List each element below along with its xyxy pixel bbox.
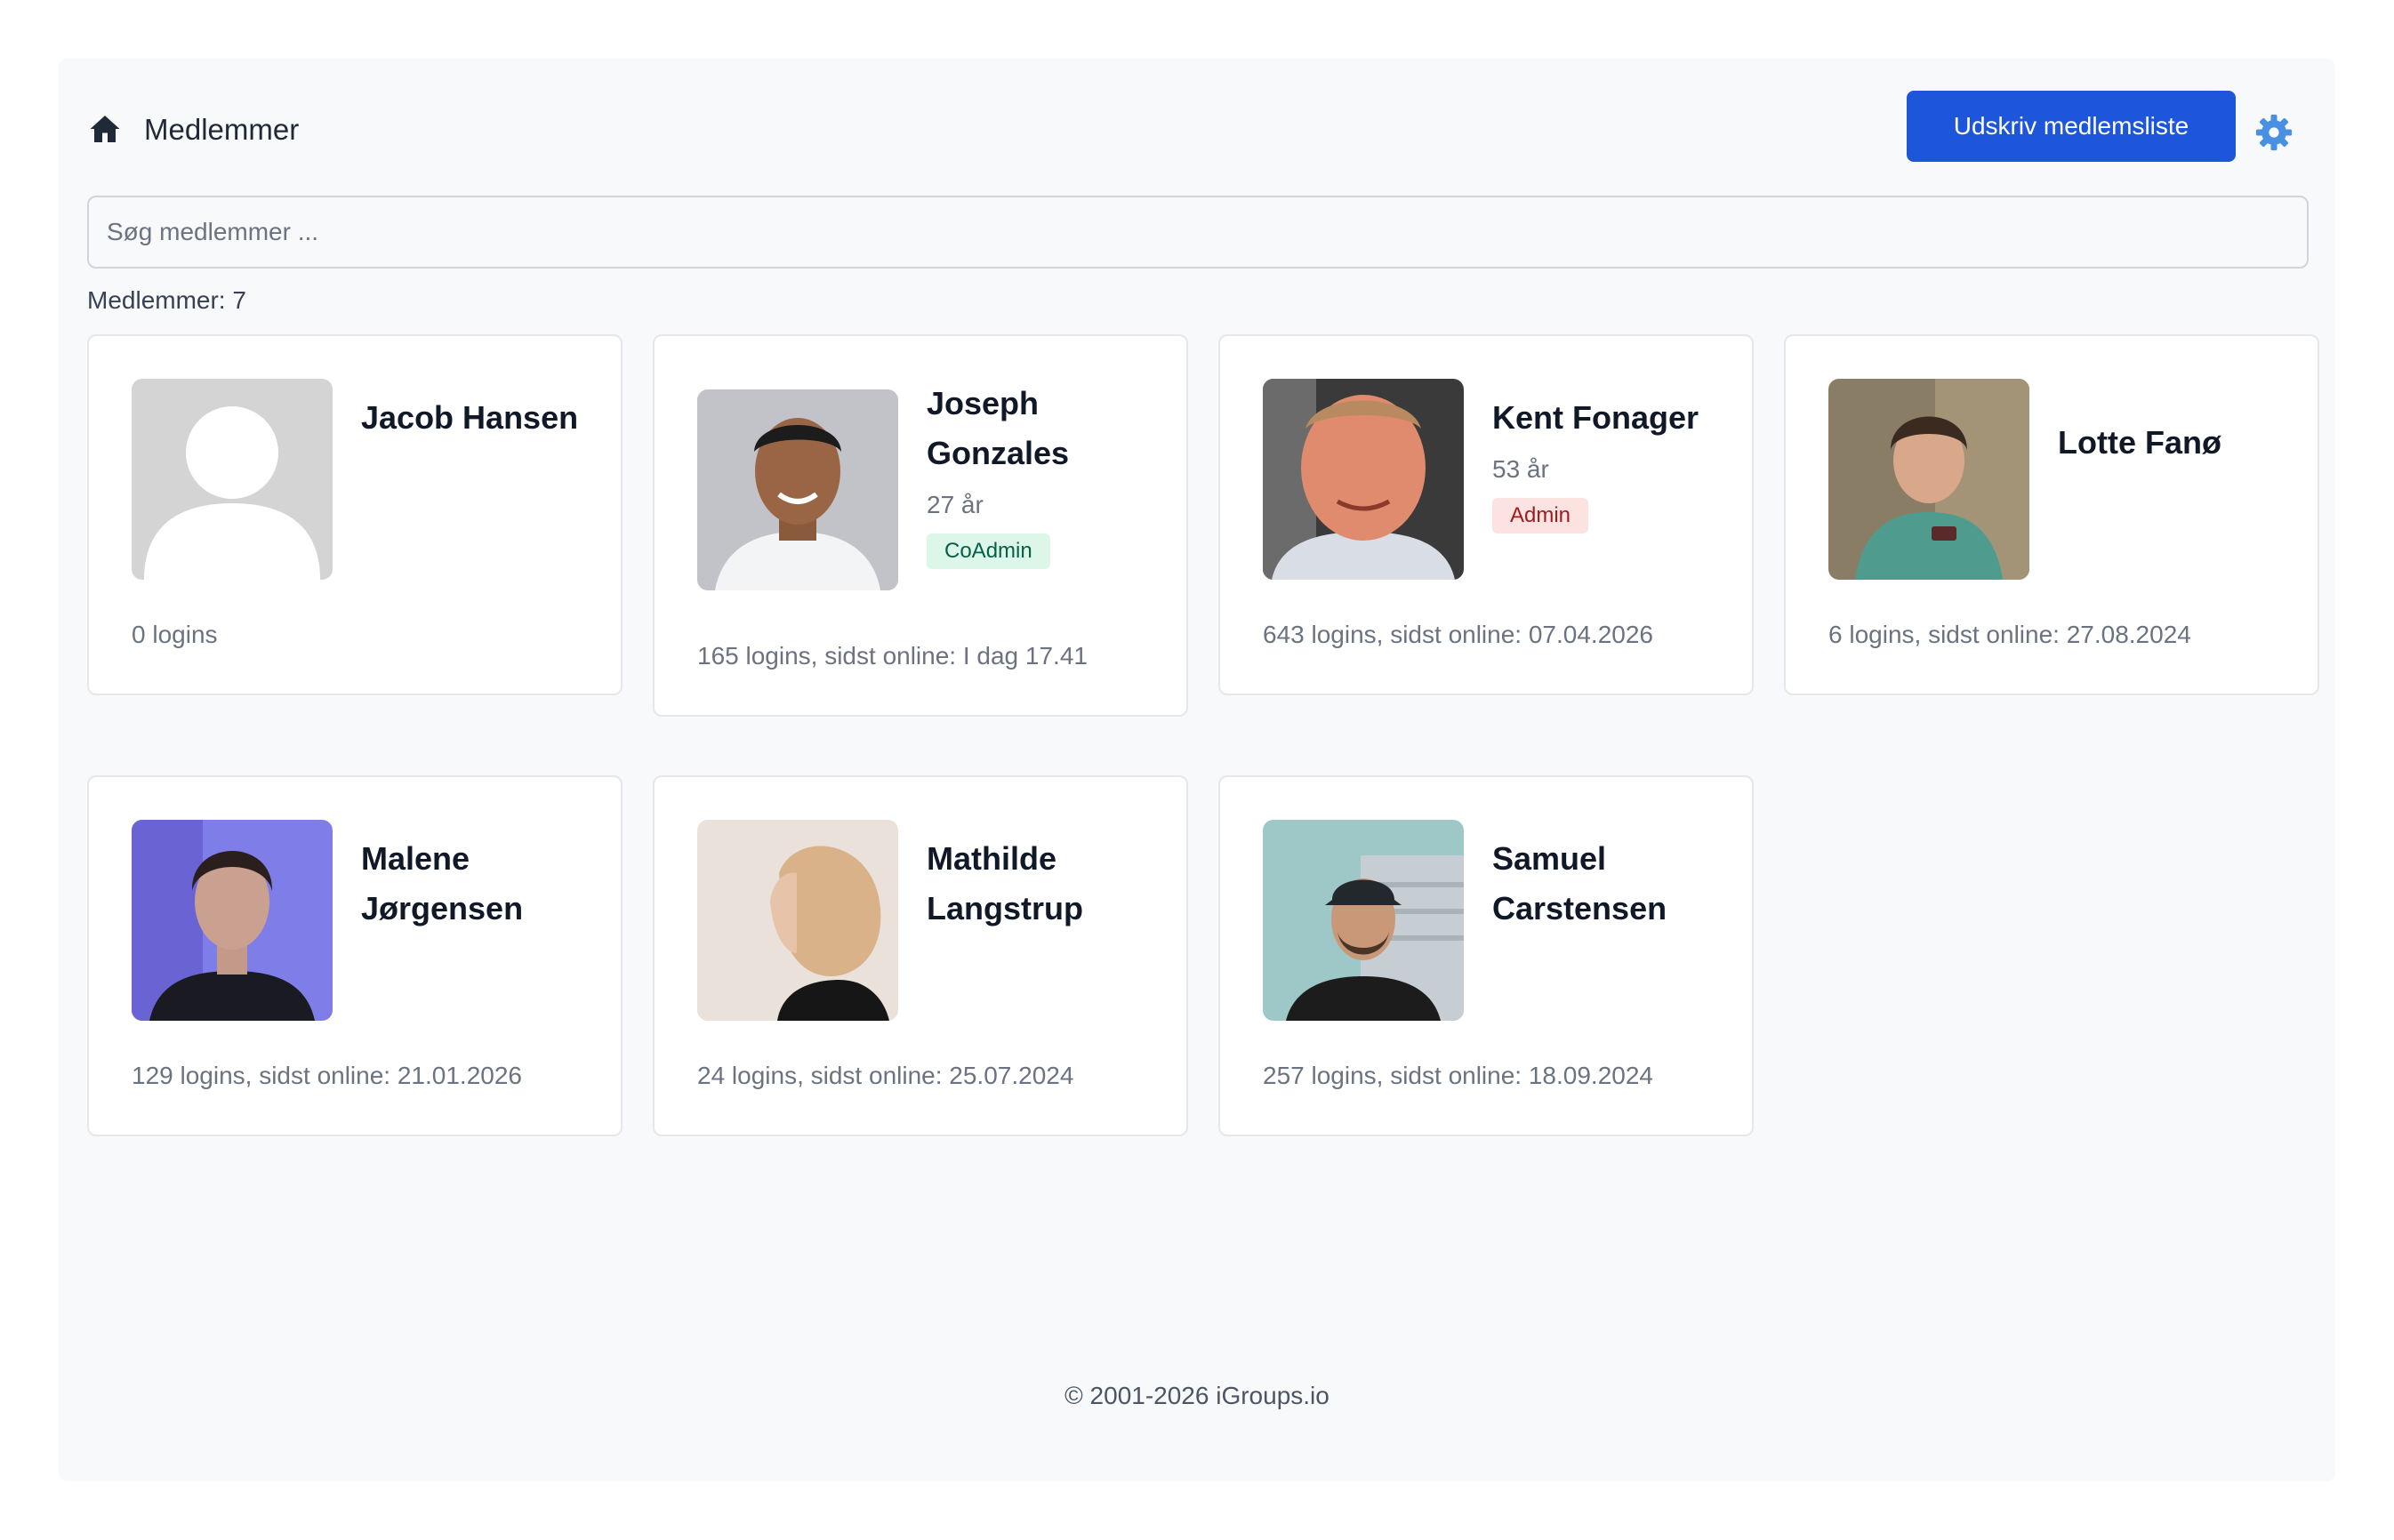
avatar-photo: [1828, 379, 2029, 580]
role-badge: CoAdmin: [927, 533, 1050, 569]
avatar-photo: [132, 820, 333, 1021]
footer-copyright: © 2001-2026 iGroups.io: [1064, 1382, 1330, 1409]
print-member-list-button[interactable]: Udskriv medlemsliste: [1907, 91, 2236, 162]
member-stats: 24 logins, sidst online: 25.07.2024: [697, 1062, 1074, 1089]
member-name[interactable]: Mathilde Langstrup: [927, 834, 1176, 934]
gear-icon[interactable]: [2255, 114, 2293, 151]
member-name[interactable]: Samuel Carstensen: [1492, 834, 1741, 934]
member-card[interactable]: Joseph Gonzales 27 år CoAdmin 165 logins…: [653, 334, 1188, 717]
home-icon[interactable]: [89, 114, 121, 144]
page-header: Medlemmer Udskriv medlemsliste: [59, 59, 2335, 201]
member-name[interactable]: Malene Jørgensen: [361, 834, 610, 934]
member-stats: 257 logins, sidst online: 18.09.2024: [1263, 1062, 1653, 1089]
member-name[interactable]: Kent Fonager: [1492, 393, 1741, 443]
member-age: 53 år: [1492, 455, 1549, 483]
members-panel: Medlemmer Udskriv medlemsliste Medlemmer…: [59, 59, 2335, 1481]
avatar-placeholder: [132, 379, 333, 580]
avatar-photo: [1263, 820, 1464, 1021]
member-name[interactable]: Joseph Gonzales: [927, 379, 1176, 478]
member-card[interactable]: Jacob Hansen 0 logins: [87, 334, 623, 695]
member-stats: 0 logins: [132, 621, 218, 648]
member-card[interactable]: Samuel Carstensen 257 logins, sidst onli…: [1218, 775, 1754, 1136]
avatar-photo: [1263, 379, 1464, 580]
page-title: Medlemmer: [144, 113, 300, 146]
member-stats: 6 logins, sidst online: 27.08.2024: [1828, 621, 2191, 648]
avatar-photo: [697, 389, 898, 590]
member-card[interactable]: Malene Jørgensen 129 logins, sidst onlin…: [87, 775, 623, 1136]
member-stats: 165 logins, sidst online: I dag 17.41: [697, 642, 1088, 670]
member-card[interactable]: Mathilde Langstrup 24 logins, sidst onli…: [653, 775, 1188, 1136]
member-card[interactable]: Lotte Fanø 6 logins, sidst online: 27.08…: [1784, 334, 2319, 695]
role-badge: Admin: [1492, 498, 1589, 533]
member-count: Medlemmer: 7: [87, 286, 246, 314]
avatar-photo: [697, 820, 898, 1021]
member-stats: 643 logins, sidst online: 07.04.2026: [1263, 621, 1653, 648]
member-age: 27 år: [927, 491, 984, 518]
member-stats: 129 logins, sidst online: 21.01.2026: [132, 1062, 522, 1089]
member-name[interactable]: Jacob Hansen: [361, 393, 610, 443]
member-name[interactable]: Lotte Fanø: [2058, 418, 2307, 468]
member-card[interactable]: Kent Fonager 53 år Admin 643 logins, sid…: [1218, 334, 1754, 695]
search-input[interactable]: [87, 196, 2309, 269]
